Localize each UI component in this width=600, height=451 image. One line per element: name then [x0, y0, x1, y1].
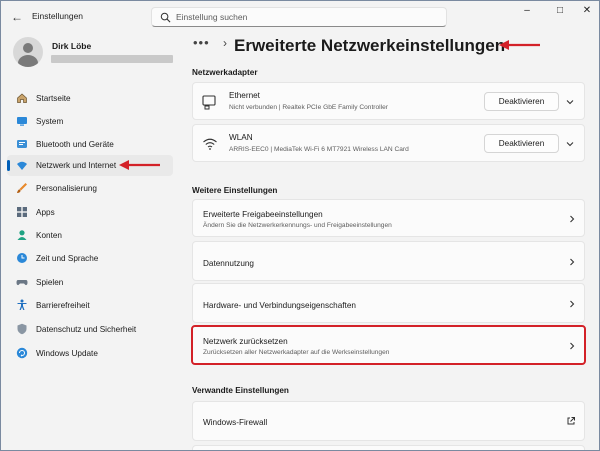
sidebar-item-system[interactable]: System — [7, 111, 173, 132]
card-title: Datennutzung — [203, 259, 254, 268]
sidebar-item-label: Bluetooth und Geräte — [36, 140, 114, 149]
card-subtitle: Ändern Sie die Netzwerkerkennungs- und F… — [203, 222, 392, 229]
chevron-right-icon — [570, 342, 575, 350]
user-email-redacted — [51, 55, 173, 63]
section-title-related: Verwandte Einstellungen — [192, 386, 289, 395]
sidebar-item-windows-update[interactable]: Windows Update — [7, 343, 173, 364]
chevron-right-icon — [570, 215, 575, 223]
settings-card-sharing[interactable]: Erweiterte Freigabeeinstellungen Ändern … — [192, 199, 585, 237]
bluetooth-icon — [17, 140, 27, 148]
search-placeholder: Einstellung suchen — [176, 12, 248, 22]
breadcrumb-more[interactable]: ••• — [193, 35, 210, 50]
search-input[interactable]: Einstellung suchen — [151, 7, 447, 27]
system-icon — [17, 117, 27, 126]
user-name: Dirk Löbe — [52, 41, 92, 51]
sidebar-item-label: Konten — [36, 231, 62, 240]
accessibility-icon — [17, 299, 27, 310]
sidebar-item-label: Zeit und Sprache — [36, 254, 99, 263]
close-button[interactable]: ✕ — [576, 5, 598, 19]
sidebar-item-label: Windows Update — [36, 349, 98, 358]
disable-wlan-button[interactable]: Deaktivieren — [484, 134, 559, 153]
title-bar: ← Einstellungen Einstellung suchen – □ ✕ — [1, 1, 599, 33]
external-link-icon — [567, 417, 575, 425]
sidebar-item-label: Spielen — [36, 278, 64, 287]
update-icon — [16, 347, 28, 359]
card-title: Netzwerk zurücksetzen — [203, 337, 288, 346]
sidebar-item-spielen[interactable]: Spielen — [7, 272, 173, 293]
sidebar-item-konten[interactable]: Konten — [7, 225, 173, 246]
chevron-down-icon[interactable] — [565, 97, 575, 107]
settings-card-firewall[interactable]: Windows-Firewall — [192, 401, 585, 441]
chevron-right-icon — [570, 300, 575, 308]
sidebar-item-label: Personalisierung — [36, 184, 97, 193]
selection-indicator — [7, 160, 10, 171]
adapter-card-ethernet: Ethernet Nicht verbunden | Realtek PCIe … — [192, 82, 585, 120]
adapter-name: Ethernet — [229, 91, 260, 100]
adapter-detail: ARRIS-EEC0 | MediaTek Wi-Fi 6 MT7921 Wir… — [229, 146, 409, 153]
maximize-button[interactable]: □ — [549, 5, 571, 19]
chevron-down-icon[interactable] — [565, 139, 575, 149]
adapter-detail: Nicht verbunden | Realtek PCIe GbE Famil… — [229, 104, 388, 111]
settings-card-network-reset[interactable]: Netzwerk zurücksetzen Zurücksetzen aller… — [191, 325, 586, 365]
sidebar: Dirk Löbe Startseite System Bluetooth un… — [1, 33, 179, 450]
sidebar-item-label: Startseite — [36, 94, 71, 103]
minimize-button[interactable]: – — [516, 5, 538, 19]
account-icon — [17, 230, 27, 240]
avatar[interactable] — [13, 37, 43, 67]
sidebar-item-datenschutz[interactable]: Datenschutz und Sicherheit — [7, 319, 173, 340]
apps-icon — [17, 207, 27, 217]
page-title: Erweiterte Netzwerkeinstellungen — [234, 36, 506, 55]
settings-card-data-usage[interactable]: Datennutzung — [192, 241, 585, 281]
section-title-more-settings: Weitere Einstellungen — [192, 186, 278, 195]
sidebar-item-label: Barrierefreiheit — [36, 301, 90, 310]
chevron-right-icon — [570, 258, 575, 266]
app-title: Einstellungen — [32, 11, 84, 21]
sidebar-item-label: Datenschutz und Sicherheit — [36, 325, 137, 334]
settings-card-partial[interactable] — [192, 445, 585, 450]
globe-clock-icon — [17, 253, 27, 263]
sidebar-item-label: Apps — [36, 208, 55, 217]
back-button[interactable]: ← — [9, 9, 25, 25]
sidebar-item-zeit[interactable]: Zeit und Sprache — [7, 248, 173, 269]
adapter-name: WLAN — [229, 133, 253, 142]
disable-ethernet-button[interactable]: Deaktivieren — [484, 92, 559, 111]
adapter-card-wlan: WLAN ARRIS-EEC0 | MediaTek Wi-Fi 6 MT792… — [192, 124, 585, 162]
annotation-arrow-sidebar — [119, 160, 160, 170]
sidebar-item-personalisierung[interactable]: Personalisierung — [7, 178, 173, 199]
search-icon — [160, 12, 171, 23]
sidebar-item-apps[interactable]: Apps — [7, 202, 173, 223]
shield-icon — [17, 323, 27, 335]
ethernet-icon — [202, 95, 216, 110]
sidebar-item-startseite[interactable]: Startseite — [7, 88, 173, 109]
section-title-adapters: Netzwerkadapter — [192, 68, 258, 77]
brush-icon — [17, 183, 27, 193]
settings-window: ← Einstellungen Einstellung suchen – □ ✕… — [0, 0, 600, 451]
wifi-icon — [203, 138, 217, 150]
wifi-icon — [17, 161, 27, 170]
sidebar-item-label: System — [36, 117, 64, 126]
annotation-arrow-title — [499, 40, 540, 50]
sidebar-item-bluetooth[interactable]: Bluetooth und Geräte — [7, 134, 173, 155]
breadcrumb-separator: › — [223, 36, 227, 50]
sidebar-item-barrierefreiheit[interactable]: Barrierefreiheit — [7, 295, 173, 316]
card-subtitle: Zurücksetzen aller Netzwerkadapter auf d… — [203, 349, 390, 356]
card-title: Erweiterte Freigabeeinstellungen — [203, 210, 323, 219]
main-content: ••• › Erweiterte Netzwerkeinstellungen N… — [179, 33, 599, 450]
gamepad-icon — [16, 280, 28, 286]
sidebar-item-label: Netzwerk und Internet — [36, 161, 117, 170]
card-title: Hardware- und Verbindungseigenschaften — [203, 301, 356, 310]
card-title: Windows-Firewall — [203, 418, 268, 427]
home-icon — [17, 93, 27, 103]
settings-card-hardware[interactable]: Hardware- und Verbindungseigenschaften — [192, 283, 585, 323]
